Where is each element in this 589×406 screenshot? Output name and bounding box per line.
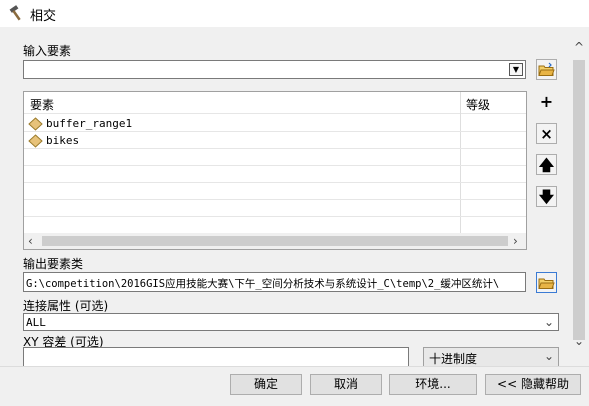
cancel-button[interactable]: 取消 xyxy=(310,374,382,395)
arrow-down-icon: 🡇 xyxy=(538,188,555,206)
move-down-button[interactable]: 🡇 xyxy=(536,186,557,207)
table-header: 要素 等级 xyxy=(24,92,526,114)
join-attributes-select[interactable]: ALL ⌄ xyxy=(23,313,559,331)
table-row[interactable]: bikes xyxy=(24,133,526,149)
add-button[interactable]: + xyxy=(536,92,557,113)
xy-tolerance-input[interactable] xyxy=(23,347,409,366)
title-bar: 相交 xyxy=(0,0,589,27)
plus-icon: + xyxy=(539,92,554,111)
join-attributes-label: 连接属性 (可选) xyxy=(23,299,109,313)
xy-tolerance-unit-value: 十进制度 xyxy=(429,352,478,366)
output-path-value: G:\competition\2016GIS应用技能大赛\下午_空间分析技术与系… xyxy=(26,278,500,290)
arrow-up-icon: 🡅 xyxy=(538,156,555,174)
table-row xyxy=(24,167,526,183)
scroll-up-icon[interactable]: ^ xyxy=(574,40,584,54)
scrollbar-thumb[interactable] xyxy=(573,60,585,340)
table-row xyxy=(24,184,526,200)
chevron-down-icon[interactable]: ⌄ xyxy=(544,315,554,329)
column-header-rank: 等级 xyxy=(466,98,491,112)
input-features-label: 输入要素 xyxy=(23,44,72,58)
output-label: 输出要素类 xyxy=(23,257,84,271)
chevron-down-icon[interactable]: ⌄ xyxy=(544,349,554,363)
output-path-field[interactable]: G:\competition\2016GIS应用技能大赛\下午_空间分析技术与系… xyxy=(23,272,526,292)
window-title: 相交 xyxy=(30,9,57,24)
hammer-icon xyxy=(8,4,26,22)
vertical-scrollbar[interactable]: ^ ⌄ xyxy=(571,38,587,350)
chevron-down-icon[interactable]: ▼ xyxy=(509,63,523,76)
button-bar: 确定 取消 环境... << 隐藏帮助 xyxy=(0,366,589,406)
browse-input-button[interactable] xyxy=(536,59,557,80)
table-row xyxy=(24,201,526,217)
join-attributes-value: ALL xyxy=(26,316,46,329)
open-folder-icon xyxy=(538,278,555,289)
close-icon: × xyxy=(540,125,553,143)
column-header-features: 要素 xyxy=(30,98,55,112)
scroll-right-icon[interactable]: › xyxy=(513,234,518,248)
remove-button[interactable]: × xyxy=(536,123,557,144)
browse-output-button[interactable] xyxy=(536,272,557,293)
features-table[interactable]: 要素 等级 buffer_range1 bikes ‹ › xyxy=(23,91,527,250)
feature-name: bikes xyxy=(46,134,80,147)
hide-help-button[interactable]: << 隐藏帮助 xyxy=(485,374,581,395)
horizontal-scrollbar[interactable]: ‹ › xyxy=(24,233,526,249)
ok-button[interactable]: 确定 xyxy=(230,374,302,395)
table-row xyxy=(24,150,526,166)
open-folder-icon xyxy=(538,62,555,76)
feature-class-icon xyxy=(28,134,43,148)
environments-button[interactable]: 环境... xyxy=(389,374,477,395)
scroll-left-icon[interactable]: ‹ xyxy=(28,234,33,248)
xy-tolerance-unit-select[interactable]: 十进制度 ⌄ xyxy=(423,347,559,366)
scrollbar-thumb[interactable] xyxy=(42,236,508,246)
feature-name: buffer_range1 xyxy=(46,117,133,130)
feature-class-icon xyxy=(28,117,43,131)
table-row[interactable]: buffer_range1 xyxy=(24,116,526,132)
input-features-combo[interactable]: ▼ xyxy=(23,60,526,79)
scroll-down-icon[interactable]: ⌄ xyxy=(574,334,584,348)
move-up-button[interactable]: 🡅 xyxy=(536,154,557,175)
